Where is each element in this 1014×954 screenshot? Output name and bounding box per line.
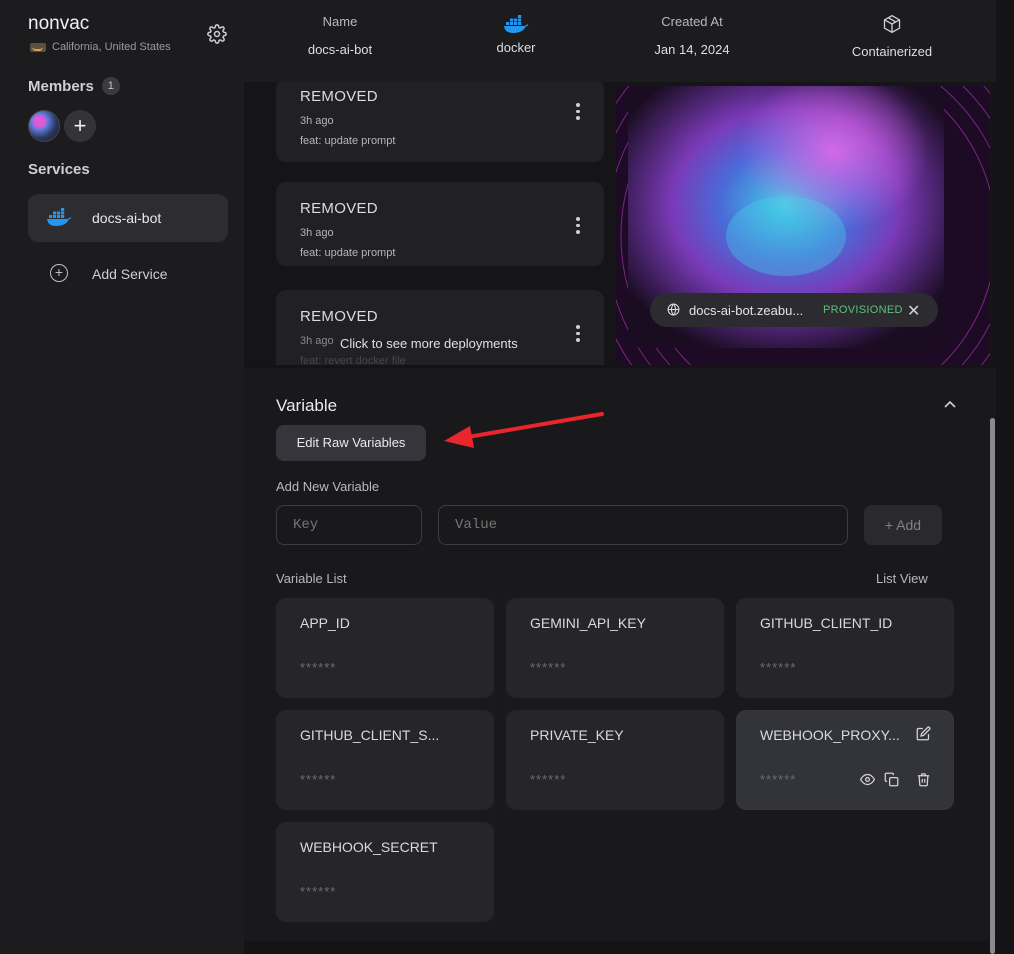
- variable-masked-value: ******: [760, 660, 797, 675]
- gear-icon[interactable]: [207, 24, 227, 44]
- more-vertical-icon[interactable]: [574, 217, 582, 235]
- variable-masked-value: ******: [760, 772, 797, 787]
- members-label: Members: [28, 77, 94, 95]
- avatar[interactable]: [28, 110, 60, 142]
- header-name: Name docs-ai-bot: [284, 14, 396, 57]
- copy-icon[interactable]: [884, 772, 899, 787]
- add-member-button[interactable]: +: [64, 110, 96, 142]
- add-service-button[interactable]: + Add Service: [28, 258, 228, 290]
- more-vertical-icon[interactable]: [574, 103, 582, 121]
- cube-icon: [883, 14, 901, 34]
- globe-icon: [667, 303, 680, 316]
- header-type: Containerized: [830, 14, 954, 59]
- variable-name: APP_ID: [300, 615, 350, 631]
- docker-icon: [47, 208, 72, 226]
- domain-pill[interactable]: docs-ai-bot.zeabu... PROVISIONED ✕: [650, 293, 938, 327]
- variable-masked-value: ******: [300, 884, 337, 899]
- image-value: docker: [496, 40, 536, 55]
- variable-card[interactable]: PRIVATE_KEY ******: [506, 710, 724, 810]
- deployment-message: feat: update prompt: [300, 247, 396, 259]
- region-text: California, United States: [52, 41, 171, 53]
- members-heading: Members 1: [28, 77, 120, 95]
- header-image: docker: [464, 14, 568, 55]
- more-vertical-icon[interactable]: [574, 325, 582, 343]
- variable-name: GEMINI_API_KEY: [530, 615, 646, 631]
- deployment-card[interactable]: REMOVED 3h ago feat: update prompt: [276, 182, 604, 266]
- list-view-toggle[interactable]: List View: [876, 571, 928, 586]
- sidebar-item-docs-ai-bot[interactable]: docs-ai-bot: [28, 194, 228, 242]
- variable-name: WEBHOOK_PROXY...: [760, 727, 900, 743]
- variable-name: GITHUB_CLIENT_ID: [760, 615, 893, 631]
- deployment-message: feat: revert docker file: [300, 355, 406, 365]
- edit-raw-variables-button[interactable]: Edit Raw Variables: [276, 425, 426, 461]
- deployments-panel: REMOVED 3h ago feat: update prompt REMOV…: [244, 82, 996, 365]
- header-created: Created At Jan 14, 2024: [636, 14, 748, 57]
- deployment-card[interactable]: REMOVED 3h ago feat: update prompt: [276, 82, 604, 162]
- service-header: Name docs-ai-bot docker Created At Jan 1…: [244, 0, 996, 82]
- created-value: Jan 14, 2024: [654, 42, 730, 57]
- variable-card[interactable]: APP_ID ******: [276, 598, 494, 698]
- add-variable-button[interactable]: + Add: [864, 505, 942, 545]
- variable-masked-value: ******: [530, 772, 567, 787]
- eye-icon[interactable]: [860, 772, 875, 787]
- deployment-time: 3h ago: [300, 227, 334, 239]
- deployment-time: 3h ago: [300, 115, 334, 127]
- deployment-status: REMOVED: [300, 88, 378, 105]
- variable-card[interactable]: GITHUB_CLIENT_ID ******: [736, 598, 954, 698]
- sidebar-item-label: docs-ai-bot: [92, 210, 162, 226]
- variable-card[interactable]: WEBHOOK_PROXY... ******: [736, 710, 954, 810]
- aws-icon: [30, 42, 46, 52]
- variable-name: PRIVATE_KEY: [530, 727, 624, 743]
- deployment-card[interactable]: REMOVED 3h ago feat: revert docker file: [276, 290, 604, 365]
- members-count-badge: 1: [101, 77, 120, 95]
- close-icon[interactable]: ✕: [907, 301, 920, 321]
- created-label: Created At: [661, 14, 723, 29]
- project-name[interactable]: nonvac: [28, 13, 89, 35]
- chevron-up-icon[interactable]: [944, 400, 956, 408]
- see-more-deployments-link[interactable]: Click to see more deployments: [340, 336, 518, 351]
- sidebar: nonvac California, United States Members…: [0, 0, 244, 954]
- variable-masked-value: ******: [300, 660, 337, 675]
- value-input[interactable]: [438, 505, 848, 545]
- key-input[interactable]: [276, 505, 422, 545]
- variable-card[interactable]: WEBHOOK_SECRET ******: [276, 822, 494, 922]
- name-value: docs-ai-bot: [307, 42, 373, 57]
- docker-icon: [504, 15, 529, 33]
- variable-name: WEBHOOK_SECRET: [300, 839, 438, 855]
- variable-section: Variable Edit Raw Variables Add New Vari…: [244, 368, 996, 941]
- add-new-variable-label: Add New Variable: [276, 479, 380, 494]
- type-value: Containerized: [851, 44, 933, 59]
- add-circle-icon: +: [50, 264, 68, 282]
- deployment-status: REMOVED: [300, 308, 378, 325]
- trash-icon[interactable]: [916, 772, 931, 787]
- region-label: California, United States: [30, 41, 171, 53]
- edit-icon[interactable]: [916, 726, 931, 741]
- variable-masked-value: ******: [530, 660, 567, 675]
- domain-link[interactable]: docs-ai-bot.zeabu...: [689, 303, 803, 318]
- services-label: Services: [28, 161, 90, 178]
- scrollbar[interactable]: [990, 418, 995, 954]
- deployment-message: feat: update prompt: [300, 135, 396, 147]
- variable-name: GITHUB_CLIENT_S...: [300, 727, 440, 743]
- variable-card[interactable]: GEMINI_API_KEY ******: [506, 598, 724, 698]
- variable-card[interactable]: GITHUB_CLIENT_S... ******: [276, 710, 494, 810]
- add-service-label: Add Service: [92, 266, 168, 282]
- deployment-status: REMOVED: [300, 200, 378, 217]
- variable-masked-value: ******: [300, 772, 337, 787]
- variable-list-label: Variable List: [276, 571, 347, 586]
- variable-title: Variable: [276, 396, 338, 415]
- provisioned-status: PROVISIONED: [823, 304, 903, 316]
- annotation-arrow: [444, 412, 604, 448]
- deployment-time: 3h ago: [300, 335, 334, 347]
- name-label: Name: [322, 14, 358, 29]
